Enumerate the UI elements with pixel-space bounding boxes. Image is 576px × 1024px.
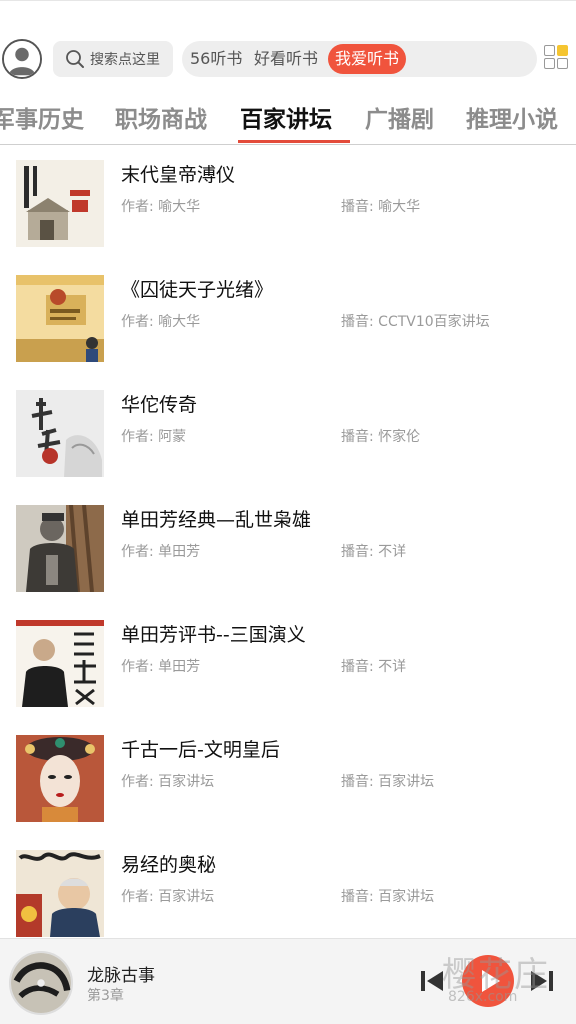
book-author: 作者: 百家讲坛	[121, 774, 215, 790]
book-title: 末代皇帝溥仪	[121, 164, 236, 186]
list-item[interactable]: 单田芳评书--三国演义 作者: 单田芳 播音: 不详	[0, 606, 576, 721]
user-avatar-icon[interactable]	[2, 39, 42, 79]
quick-links: 56听书 好看听书 我爱听书	[182, 41, 537, 77]
book-title: 千古一后-文明皇后	[121, 739, 280, 761]
search-icon	[66, 50, 84, 68]
book-narrator: 播音: 喻大华	[341, 199, 421, 215]
link-56tingshu[interactable]: 56听书	[190, 41, 242, 77]
link-haokantingshu[interactable]: 好看听书	[254, 41, 318, 77]
book-narrator: 播音: CCTV10百家讲坛	[341, 314, 490, 330]
now-playing-cover	[9, 951, 73, 1015]
book-author: 作者: 单田芳	[121, 659, 201, 675]
category-tabs: 军事历史 职场商战 百家讲坛 广播剧 推理小说	[0, 86, 576, 145]
top-bar: 搜索点这里 56听书 好看听书 我爱听书	[0, 0, 576, 86]
tab-workplace[interactable]: 职场商战	[115, 100, 207, 134]
book-title: 易经的奥秘	[121, 854, 217, 876]
book-cover	[16, 275, 104, 362]
book-author: 作者: 阿蒙	[121, 429, 187, 445]
mini-player[interactable]: 龙脉古事 第3章 樱花庄 826x.com	[0, 938, 576, 1024]
list-item[interactable]: 千古一后-文明皇后 作者: 百家讲坛 播音: 百家讲坛	[0, 721, 576, 836]
grid-menu-icon[interactable]	[544, 45, 569, 70]
list-item[interactable]: 易经的奥秘 作者: 百家讲坛 播音: 百家讲坛	[0, 836, 576, 938]
search-placeholder: 搜索点这里	[90, 52, 160, 68]
book-cover	[16, 505, 104, 592]
book-cover	[16, 850, 104, 937]
book-narrator: 播音: 不详	[341, 544, 407, 560]
list-item[interactable]: 单田芳经典—乱世枭雄 作者: 单田芳 播音: 不详	[0, 491, 576, 606]
book-title: 单田芳经典—乱世枭雄	[121, 509, 312, 531]
tab-radio-drama[interactable]: 广播剧	[365, 100, 434, 134]
list-item[interactable]: 华佗传奇 作者: 阿蒙 播音: 怀家伦	[0, 376, 576, 491]
book-author: 作者: 喻大华	[121, 199, 201, 215]
next-icon[interactable]	[529, 968, 555, 994]
book-narrator: 播音: 不详	[341, 659, 407, 675]
book-author: 作者: 百家讲坛	[121, 889, 215, 905]
book-title: 单田芳评书--三国演义	[121, 624, 306, 646]
previous-icon[interactable]	[419, 968, 445, 994]
book-list: 末代皇帝溥仪 作者: 喻大华 播音: 喻大华 《囚徒天子光绪》 作者: 喻大华 …	[0, 146, 576, 938]
book-narrator: 播音: 百家讲坛	[341, 774, 435, 790]
book-narrator: 播音: 怀家伦	[341, 429, 421, 445]
book-author: 作者: 喻大华	[121, 314, 201, 330]
list-item[interactable]: 末代皇帝溥仪 作者: 喻大华 播音: 喻大华	[0, 146, 576, 261]
tab-military-history[interactable]: 军事历史	[0, 100, 84, 134]
search-box[interactable]: 搜索点这里	[53, 41, 173, 77]
book-cover	[16, 735, 104, 822]
book-title: 华佗传奇	[121, 394, 198, 416]
book-author: 作者: 单田芳	[121, 544, 201, 560]
book-title: 《囚徒天子光绪》	[121, 279, 274, 301]
book-narrator: 播音: 百家讲坛	[341, 889, 435, 905]
tab-mystery[interactable]: 推理小说	[466, 100, 558, 134]
book-cover	[16, 390, 104, 477]
book-cover	[16, 160, 104, 247]
now-playing-title: 龙脉古事	[87, 966, 155, 986]
book-cover	[16, 620, 104, 707]
active-tab-indicator	[238, 140, 350, 143]
list-item[interactable]: 《囚徒天子光绪》 作者: 喻大华 播音: CCTV10百家讲坛	[0, 261, 576, 376]
link-woaitingshu-active[interactable]: 我爱听书	[328, 44, 407, 74]
play-icon[interactable]	[462, 955, 514, 1007]
tab-baijia-jiangtan[interactable]: 百家讲坛	[240, 100, 332, 134]
now-playing-chapter: 第3章	[87, 988, 124, 1004]
